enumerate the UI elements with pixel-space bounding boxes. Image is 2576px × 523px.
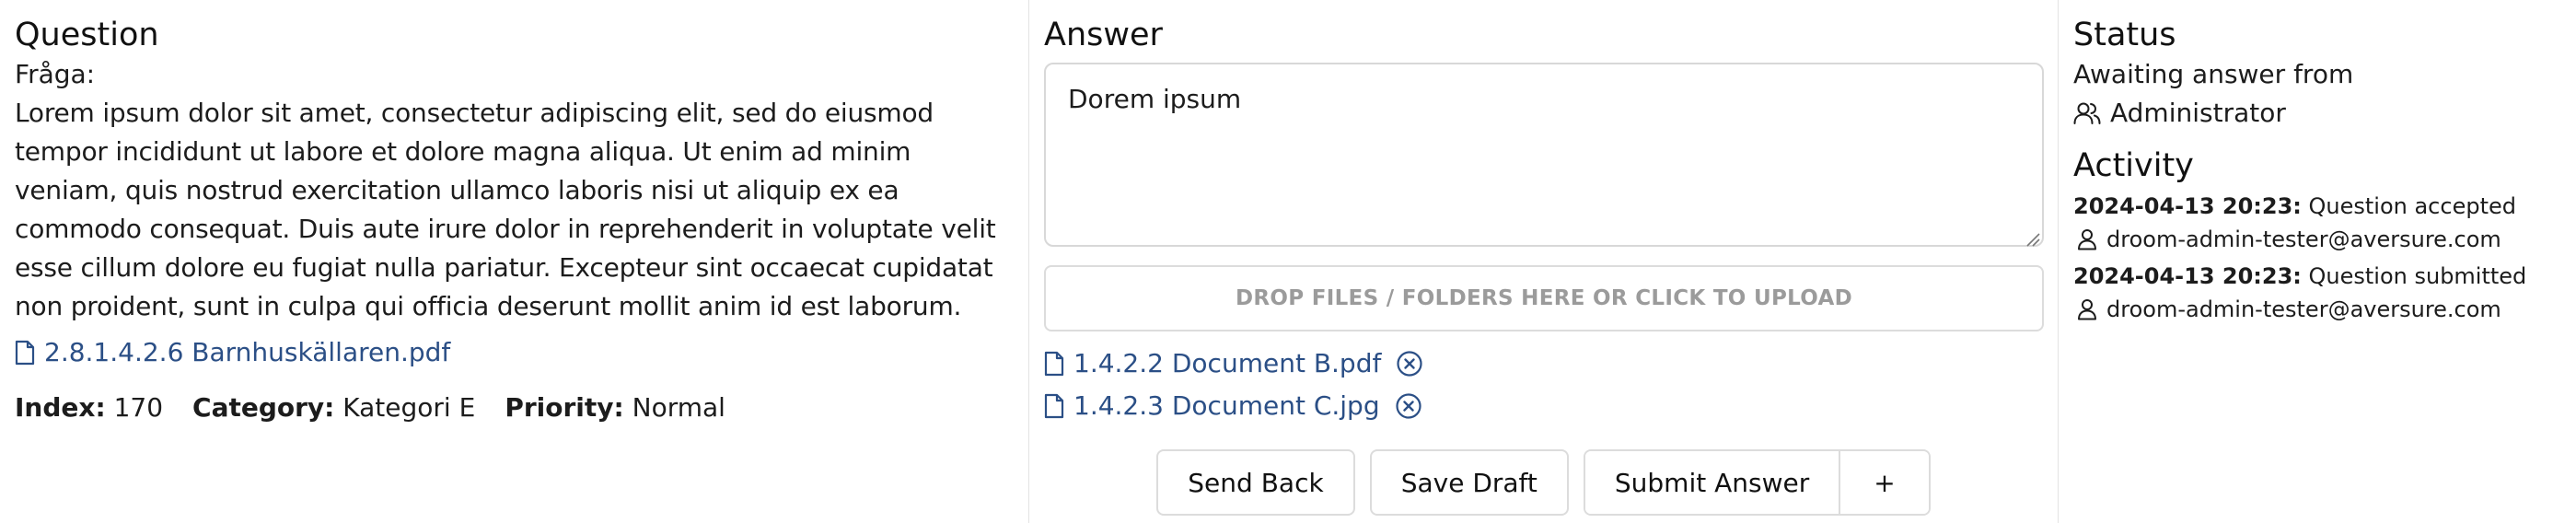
assignee: Administrator bbox=[2073, 94, 2561, 133]
answer-attachments: 1.4.2.2 Document B.pdf 1.4.2.3 Document … bbox=[1044, 343, 2043, 427]
meta-priority-value: Normal bbox=[632, 392, 725, 423]
meta-index-value: 170 bbox=[113, 392, 164, 423]
user-icon bbox=[2078, 299, 2096, 320]
meta-index: Index: 170 bbox=[15, 389, 163, 427]
assignee-name: Administrator bbox=[2110, 98, 2286, 128]
page: Question Fråga: Lorem ipsum dolor sit am… bbox=[0, 0, 2576, 523]
remove-attachment-icon[interactable] bbox=[1395, 392, 1422, 420]
attachment-link[interactable]: 1.4.2.3 Document C.jpg bbox=[1044, 387, 1380, 425]
question-label: Fråga: bbox=[15, 59, 96, 89]
meta-category-key: Category: bbox=[192, 392, 335, 423]
meta-index-key: Index: bbox=[15, 392, 106, 423]
meta-category: Category: Kategori E bbox=[192, 389, 475, 427]
activity-line: 2024-04-13 20:23: Question submitted bbox=[2073, 260, 2561, 293]
answer-panel: Answer DROP FILES / FOLDERS HERE OR CLIC… bbox=[1029, 0, 2059, 523]
answer-actions: Send Back Save Draft Submit Answer + bbox=[1044, 449, 2043, 516]
question-text: Lorem ipsum dolor sit amet, consectetur … bbox=[15, 98, 996, 321]
send-back-button[interactable]: Send Back bbox=[1156, 449, 1355, 516]
activity-user-email: droom-admin-tester@aversure.com bbox=[2106, 296, 2501, 322]
activity-item: 2024-04-13 20:23: Question accepted droo… bbox=[2073, 190, 2561, 256]
meta-category-value: Kategori E bbox=[342, 392, 476, 423]
activity-item: 2024-04-13 20:23: Question submitted dro… bbox=[2073, 260, 2561, 326]
answer-textarea[interactable] bbox=[1044, 63, 2044, 247]
activity-event: Question accepted bbox=[2301, 193, 2516, 219]
question-panel: Question Fråga: Lorem ipsum dolor sit am… bbox=[0, 0, 1029, 523]
activity-event: Question submitted bbox=[2301, 263, 2527, 289]
file-dropzone[interactable]: DROP FILES / FOLDERS HERE OR CLICK TO UP… bbox=[1044, 265, 2044, 331]
activity-user: droom-admin-tester@aversure.com bbox=[2073, 293, 2561, 326]
activity-line: 2024-04-13 20:23: Question accepted bbox=[2073, 190, 2561, 223]
file-icon bbox=[15, 340, 35, 366]
submit-options-button[interactable]: + bbox=[1839, 451, 1929, 514]
attachment-name: 1.4.2.2 Document B.pdf bbox=[1073, 348, 1382, 378]
status-heading: Status bbox=[2073, 17, 2176, 53]
user-icon bbox=[2078, 229, 2096, 250]
save-draft-button[interactable]: Save Draft bbox=[1369, 449, 1569, 516]
attachment-link[interactable]: 1.4.2.2 Document B.pdf bbox=[1044, 344, 1381, 383]
meta-priority: Priority: Normal bbox=[505, 389, 725, 427]
resize-handle-icon[interactable] bbox=[2024, 230, 2040, 247]
file-icon bbox=[1044, 351, 1064, 377]
activity-timestamp: 2024-04-13 20:23: bbox=[2073, 193, 2302, 219]
question-heading: Question bbox=[15, 17, 159, 53]
remove-attachment-icon[interactable] bbox=[1396, 350, 1423, 378]
question-meta: Index: 170 Category: Kategori E Priority… bbox=[15, 389, 1019, 427]
answer-heading: Answer bbox=[1044, 17, 1163, 53]
submit-button-group: Submit Answer + bbox=[1583, 449, 1931, 516]
attachment-row: 1.4.2.2 Document B.pdf bbox=[1044, 343, 2043, 385]
answer-textarea-wrapper bbox=[1044, 55, 2044, 250]
file-icon bbox=[1044, 393, 1064, 419]
question-body: Fråga: Lorem ipsum dolor sit amet, conse… bbox=[15, 55, 1019, 326]
submit-answer-button[interactable]: Submit Answer bbox=[1584, 451, 1839, 514]
awaiting-text: Awaiting answer from bbox=[2073, 59, 2354, 89]
attachment-row: 1.4.2.3 Document C.jpg bbox=[1044, 385, 2043, 427]
activity-heading: Activity bbox=[2073, 147, 2194, 184]
status-panel: Status Awaiting answer from Administrato… bbox=[2059, 0, 2576, 523]
activity-timestamp: 2024-04-13 20:23: bbox=[2073, 263, 2302, 289]
activity-user-email: droom-admin-tester@aversure.com bbox=[2106, 227, 2501, 252]
activity-user: droom-admin-tester@aversure.com bbox=[2073, 223, 2561, 256]
meta-priority-key: Priority: bbox=[505, 392, 624, 423]
question-attachment-link[interactable]: 2.8.1.4.2.6 Barnhuskällaren.pdf bbox=[15, 333, 1019, 372]
attachment-name: 1.4.2.3 Document C.jpg bbox=[1073, 390, 1380, 421]
users-icon bbox=[2073, 102, 2101, 124]
question-attachment-name: 2.8.1.4.2.6 Barnhuskällaren.pdf bbox=[44, 337, 451, 367]
